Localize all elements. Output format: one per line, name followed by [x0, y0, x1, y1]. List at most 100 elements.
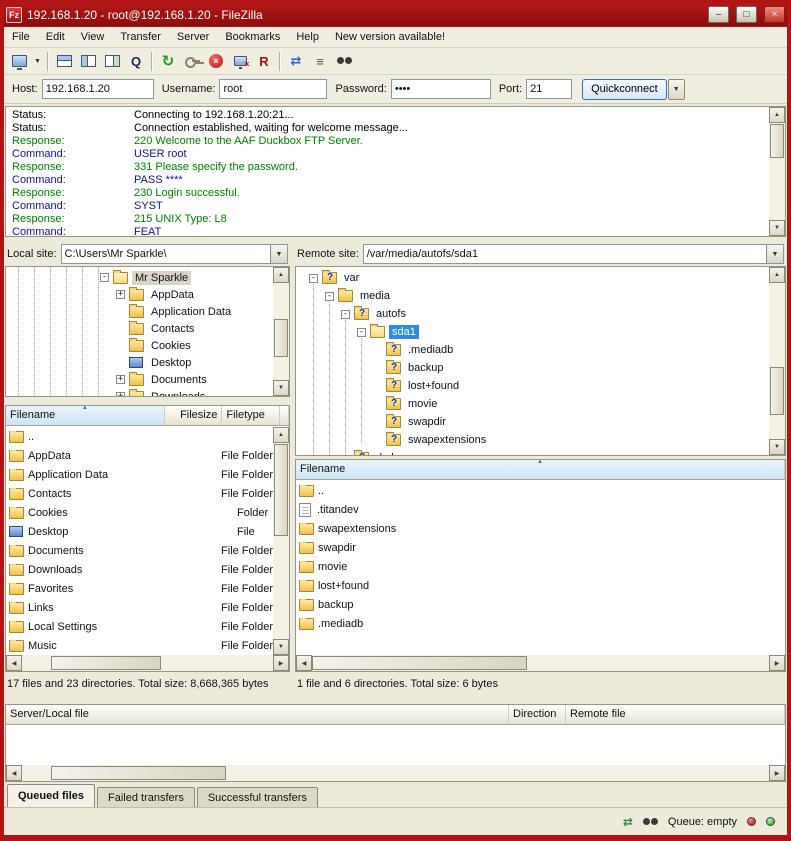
- remote-tree-item[interactable]: - media: [296, 287, 785, 305]
- remote-tree-item[interactable]: dvd: [296, 449, 785, 455]
- local-file-row[interactable]: Documents File Folder: [6, 541, 273, 560]
- tree-expander[interactable]: -: [309, 274, 318, 283]
- scroll-up-button[interactable]: ▲: [273, 267, 289, 283]
- local-file-row[interactable]: ..: [6, 427, 273, 446]
- scroll-up-button[interactable]: ▲: [273, 427, 289, 443]
- local-file-list: ▲ Filename Filesize Filetype .. AppData: [5, 405, 290, 672]
- remote-tree-vertical-scrollbar[interactable]: ▲ ▼: [769, 267, 785, 455]
- local-tree-item[interactable]: Desktop: [6, 354, 289, 371]
- scroll-thumb[interactable]: [312, 656, 527, 670]
- tree-expander[interactable]: -: [357, 328, 366, 337]
- folder-icon: [129, 391, 144, 397]
- local-file-row[interactable]: Cookies Folder: [6, 503, 273, 522]
- remote-tree-item[interactable]: swapextensions: [296, 431, 785, 449]
- scroll-thumb[interactable]: [51, 766, 226, 780]
- local-file-row[interactable]: Application Data File Folder: [6, 465, 273, 484]
- local-tree-item[interactable]: Contacts: [6, 320, 289, 337]
- column-header-remote-file[interactable]: Remote file: [566, 705, 785, 724]
- directory-comparison-icon[interactable]: ⇄: [623, 815, 633, 829]
- local-site-label: Local site:: [7, 248, 57, 260]
- scroll-up-button[interactable]: ▲: [769, 267, 785, 283]
- remote-tree-item[interactable]: swapdir: [296, 413, 785, 431]
- remote-tree-item[interactable]: backup: [296, 359, 785, 377]
- local-tree-item[interactable]: + Downloads: [6, 388, 289, 396]
- scroll-right-button[interactable]: ▶: [273, 655, 289, 671]
- tree-expander[interactable]: +: [116, 290, 125, 299]
- local-file-row[interactable]: Local Settings File Folder: [6, 617, 273, 636]
- unknown-folder-icon: [386, 344, 401, 356]
- local-file-row[interactable]: Contacts File Folder: [6, 484, 273, 503]
- tree-expander[interactable]: +: [116, 375, 125, 384]
- queue-horizontal-scrollbar[interactable]: ◀ ▶: [6, 765, 785, 781]
- local-tree-item[interactable]: + AppData: [6, 286, 289, 303]
- chevron-down-icon[interactable]: ▼: [766, 245, 783, 263]
- tree-expander[interactable]: -: [325, 292, 334, 301]
- remote-file-row[interactable]: swapdir: [296, 538, 785, 557]
- scroll-thumb[interactable]: [274, 319, 288, 357]
- sync-browsing-icon[interactable]: [643, 818, 658, 826]
- local-tree-item[interactable]: Cookies: [6, 337, 289, 354]
- local-list-horizontal-scrollbar[interactable]: ◀ ▶: [6, 655, 289, 671]
- local-tree-item[interactable]: + Documents: [6, 371, 289, 388]
- remote-file-row[interactable]: backup: [296, 595, 785, 614]
- local-file-row[interactable]: Desktop File: [6, 522, 273, 541]
- scroll-down-button[interactable]: ▼: [769, 439, 785, 455]
- file-icon: [299, 503, 311, 517]
- local-tree-item[interactable]: - Mr Sparkle: [6, 269, 289, 286]
- remote-list-horizontal-scrollbar[interactable]: ◀ ▶: [296, 655, 785, 671]
- tree-expander[interactable]: +: [116, 392, 125, 396]
- scroll-right-button[interactable]: ▶: [769, 765, 785, 781]
- scroll-thumb[interactable]: [770, 367, 784, 415]
- chevron-down-icon[interactable]: ▼: [270, 245, 287, 263]
- remote-file-row[interactable]: lost+found: [296, 576, 785, 595]
- local-site-path: C:\Users\Mr Sparkle\: [65, 248, 167, 260]
- local-tree-vertical-scrollbar[interactable]: ▲ ▼: [273, 267, 289, 396]
- tab-failed-transfers[interactable]: Failed transfers: [97, 787, 195, 807]
- column-header-filesize[interactable]: Filesize: [165, 406, 223, 425]
- remote-site-bar: Remote site: /var/media/autofs/sda1 ▼: [295, 242, 786, 266]
- local-list-vertical-scrollbar[interactable]: ▲ ▼: [273, 427, 289, 655]
- column-header-filetype[interactable]: Filetype: [222, 406, 280, 425]
- local-file-row[interactable]: Downloads File Folder: [6, 560, 273, 579]
- remote-tree-item[interactable]: lost+found: [296, 377, 785, 395]
- scroll-left-button[interactable]: ◀: [6, 655, 22, 671]
- remote-file-row[interactable]: swapextensions: [296, 519, 785, 538]
- local-file-row[interactable]: AppData File Folder: [6, 446, 273, 465]
- remote-file-row[interactable]: .titandev: [296, 500, 785, 519]
- scroll-thumb[interactable]: [274, 444, 288, 536]
- local-list-header: ▲ Filename Filesize Filetype: [6, 406, 289, 426]
- tree-expander[interactable]: -: [341, 310, 350, 319]
- tab-successful-transfers[interactable]: Successful transfers: [197, 787, 318, 807]
- local-tree-item[interactable]: Application Data: [6, 303, 289, 320]
- tab-queued-files[interactable]: Queued files: [7, 784, 95, 807]
- remote-file-row[interactable]: ..: [296, 481, 785, 500]
- remote-file-row[interactable]: movie: [296, 557, 785, 576]
- column-header-filename[interactable]: ▲ Filename: [296, 460, 785, 479]
- remote-tree-item[interactable]: movie: [296, 395, 785, 413]
- scroll-left-button[interactable]: ◀: [296, 655, 312, 671]
- column-header-filename[interactable]: ▲ Filename: [6, 406, 165, 425]
- remote-tree-item[interactable]: .mediadb: [296, 341, 785, 359]
- close-button[interactable]: ×: [764, 6, 785, 23]
- column-header-server-local-file[interactable]: Server/Local file: [6, 705, 509, 724]
- scroll-right-button[interactable]: ▶: [769, 655, 785, 671]
- scroll-left-button[interactable]: ◀: [6, 765, 22, 781]
- maximize-button[interactable]: □: [736, 6, 757, 23]
- scroll-down-button[interactable]: ▼: [273, 639, 289, 655]
- local-file-row[interactable]: Links File Folder: [6, 598, 273, 617]
- column-header-direction[interactable]: Direction: [509, 705, 566, 724]
- scroll-thumb[interactable]: [51, 656, 161, 670]
- local-file-row[interactable]: Favorites File Folder: [6, 579, 273, 598]
- tree-expander[interactable]: -: [100, 273, 109, 282]
- local-file-row[interactable]: Music File Folder: [6, 636, 273, 655]
- remote-tree-item[interactable]: - sda1: [296, 323, 785, 341]
- remote-file-row[interactable]: .mediadb: [296, 614, 785, 633]
- minimize-button[interactable]: –: [708, 6, 729, 23]
- folder-icon: [9, 640, 24, 652]
- local-site-combo[interactable]: C:\Users\Mr Sparkle\ ▼: [61, 244, 288, 264]
- unknown-folder-icon: [386, 398, 401, 410]
- remote-tree-item[interactable]: - autofs: [296, 305, 785, 323]
- remote-site-combo[interactable]: /var/media/autofs/sda1 ▼: [363, 244, 784, 264]
- scroll-down-button[interactable]: ▼: [273, 380, 289, 396]
- remote-tree-item[interactable]: - var: [296, 269, 785, 287]
